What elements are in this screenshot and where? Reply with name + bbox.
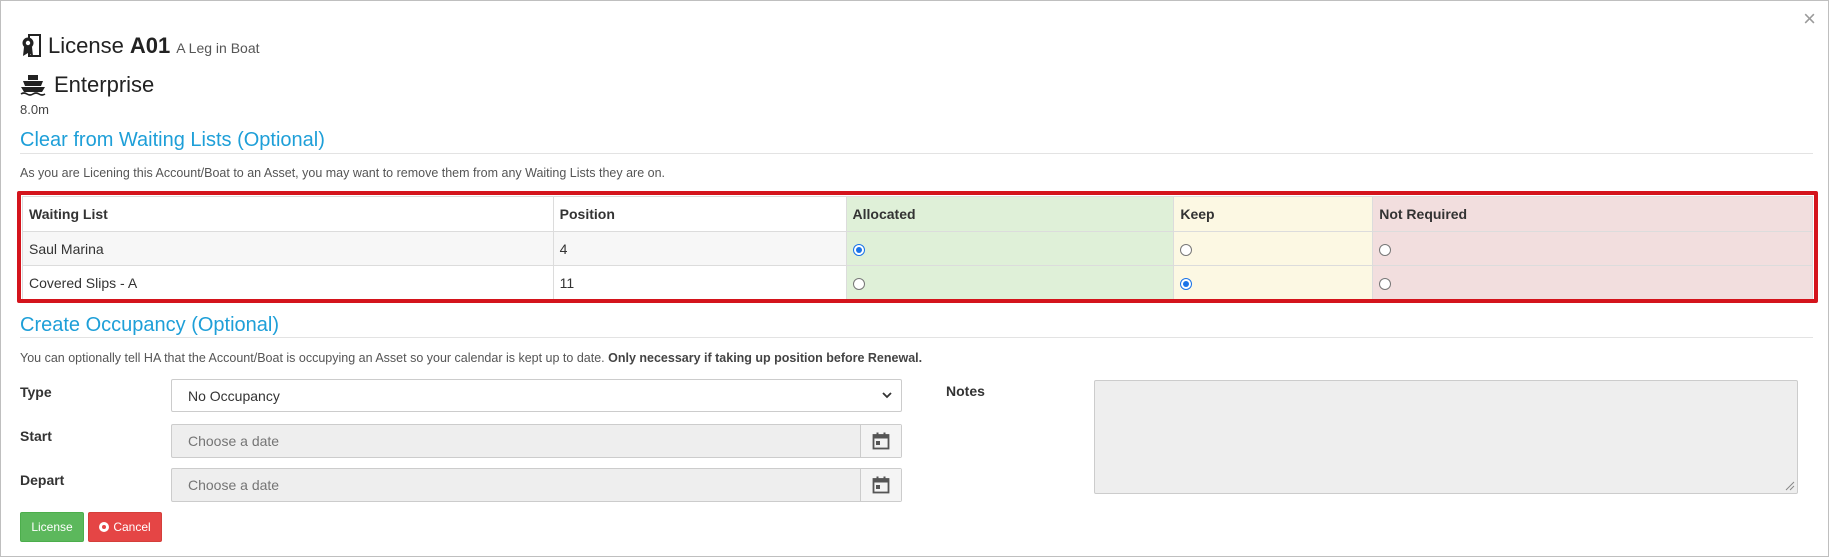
cancel-button-label: Cancel (113, 520, 151, 534)
license-subtitle: A Leg in Boat (176, 40, 260, 56)
license-code: A01 (129, 33, 171, 58)
calendar-icon (872, 432, 890, 450)
license-badge-icon (22, 34, 41, 57)
license-button-label: License (31, 520, 73, 534)
waiting-lists-description: As you are Licening this Account/Boat to… (20, 166, 666, 180)
license-word: License (48, 33, 124, 58)
section-divider (20, 153, 1813, 154)
waiting-lists-title: Clear from Waiting Lists (Optional) (20, 129, 325, 151)
start-label: Start (20, 428, 52, 444)
start-date-input[interactable] (172, 425, 862, 457)
boat-icon (20, 75, 46, 96)
occupancy-description: You can optionally tell HA that the Acco… (20, 351, 922, 365)
depart-label: Depart (20, 472, 65, 488)
start-date-field (171, 424, 902, 458)
occupancy-type-select[interactable]: No Occupancy (171, 379, 902, 412)
type-label: Type (20, 384, 52, 400)
boat-heading: Enterprise (20, 72, 154, 98)
highlight-frame (17, 191, 1818, 303)
occupancy-title: Create Occupancy (Optional) (20, 314, 280, 336)
boat-name: Enterprise (54, 72, 155, 97)
boat-size: 8.0m (20, 102, 49, 117)
close-icon[interactable]: × (1803, 5, 1816, 33)
occupancy-type-value: No Occupancy (188, 387, 280, 404)
section-divider (20, 337, 1813, 338)
license-heading: License A01 A Leg in Boat (20, 33, 260, 59)
cancel-button[interactable]: Cancel (88, 512, 162, 542)
license-dialog: × License A01 A Leg in Boat Enterprise 8… (0, 0, 1829, 557)
occupancy-description-emphasis: Only necessary if taking up position bef… (608, 351, 923, 365)
depart-date-field (171, 468, 902, 502)
cancel-icon (99, 522, 110, 532)
notes-textarea[interactable] (1094, 380, 1798, 494)
chevron-down-icon (882, 392, 892, 399)
license-button[interactable]: License (20, 512, 84, 542)
depart-calendar-button[interactable] (860, 469, 901, 501)
resize-grip-icon[interactable] (1785, 481, 1795, 491)
depart-date-input[interactable] (172, 469, 862, 501)
start-calendar-button[interactable] (860, 425, 901, 457)
occupancy-description-text: You can optionally tell HA that the Acco… (20, 351, 605, 365)
notes-label: Notes (946, 383, 985, 399)
calendar-icon (872, 476, 890, 494)
